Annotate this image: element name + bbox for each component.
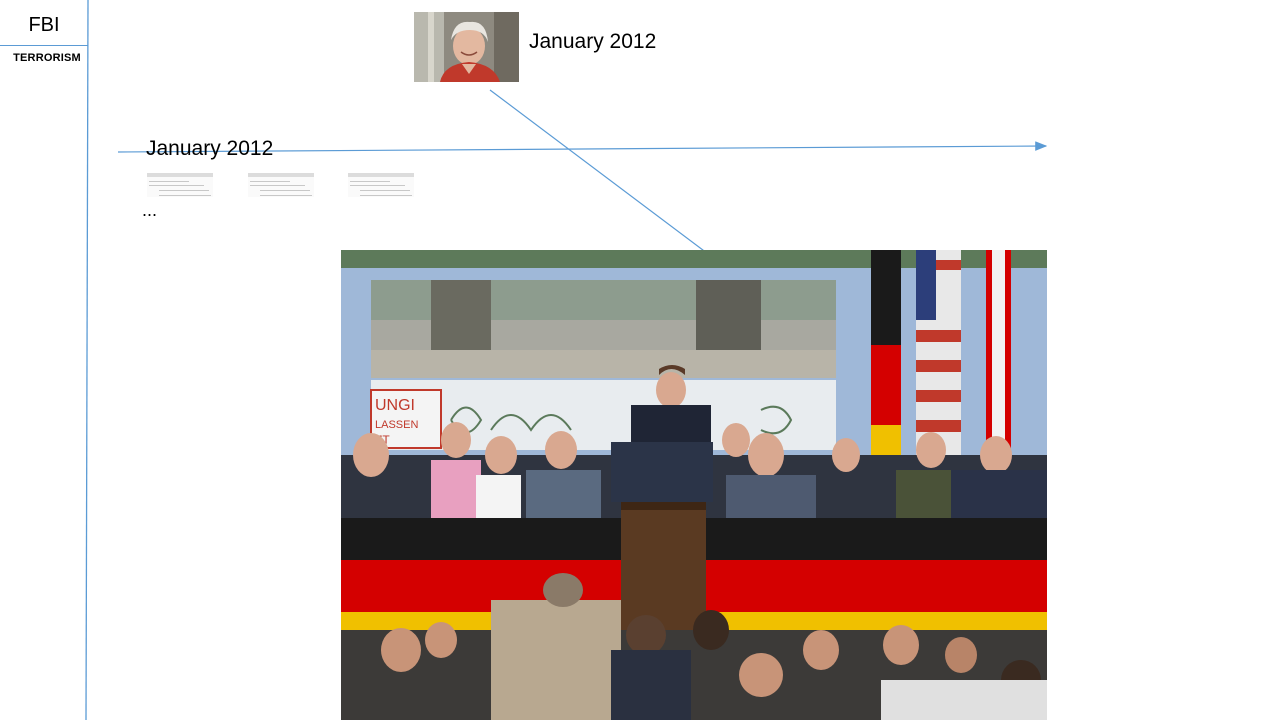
sidebar-divider-line: [85, 0, 89, 720]
more-ellipsis: ...: [142, 200, 158, 220]
svg-text:UNGI: UNGI: [375, 397, 415, 414]
document-thumbnail[interactable]: [348, 173, 414, 197]
timeline-date-label: January 2012: [146, 137, 274, 160]
document-thumbnail[interactable]: [147, 173, 213, 197]
document-thumbnail[interactable]: [248, 173, 314, 197]
portrait-date: January 2012: [529, 30, 657, 53]
svg-text:LASSEN: LASSEN: [375, 419, 418, 431]
sidebar-title: FBI: [28, 14, 60, 36]
event-photo[interactable]: UNGI LASSEN ZT: [341, 250, 1047, 720]
sidebar-title-divider: [0, 45, 88, 46]
sidebar-subtitle: TERRORISM: [13, 52, 81, 64]
portrait-photo[interactable]: [414, 12, 519, 82]
